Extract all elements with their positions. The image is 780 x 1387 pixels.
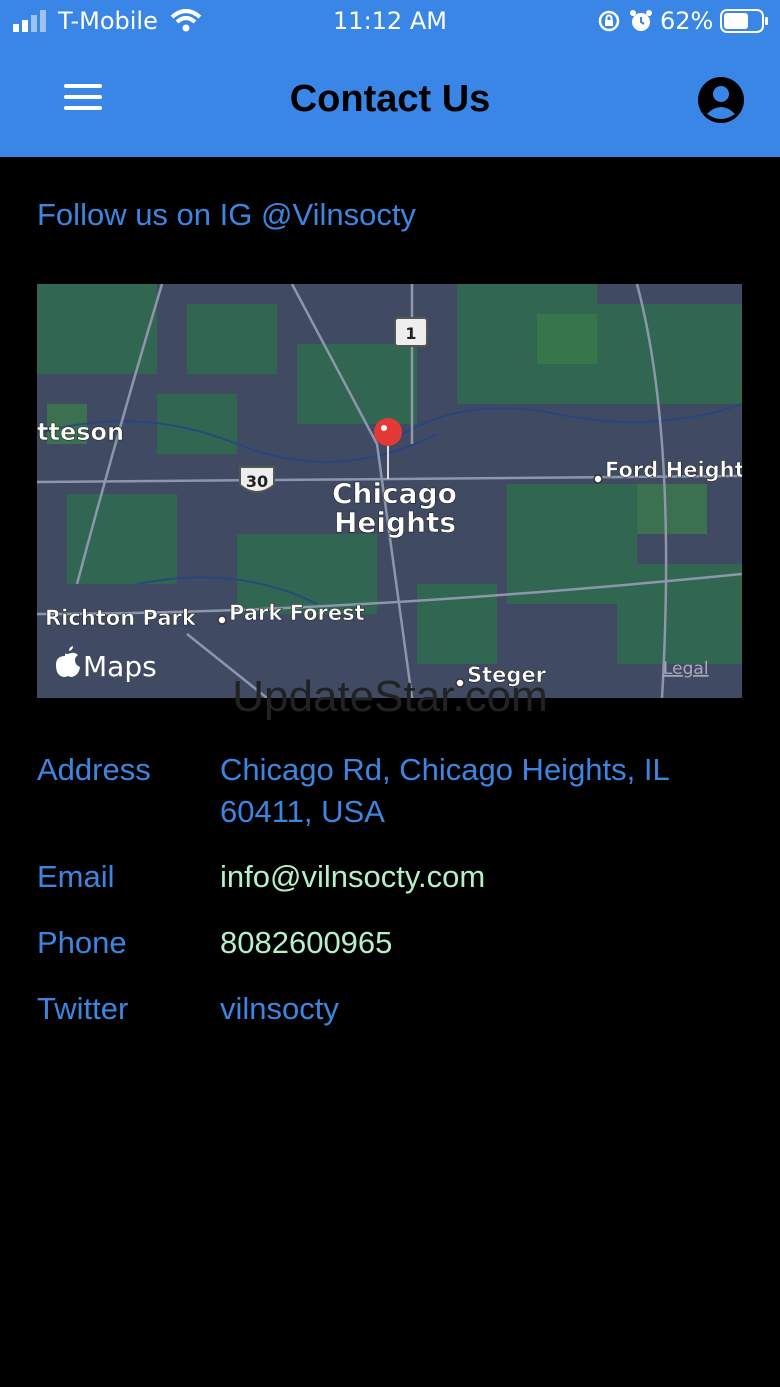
- map-place-label: Ford Heights: [605, 458, 742, 482]
- map-place-label: Park Forest: [229, 601, 365, 625]
- map-place-label: tteson: [37, 418, 124, 446]
- email-label: Email: [37, 859, 115, 894]
- email-value[interactable]: info@vilnsocty.com: [220, 856, 485, 898]
- address-value[interactable]: Chicago Rd, Chicago Heights, IL 60411, U…: [220, 749, 670, 833]
- twitter-value[interactable]: vilnsocty: [220, 988, 339, 1030]
- address-line-1: Chicago Rd, Chicago Heights, IL: [220, 752, 670, 787]
- status-bar: T-Mobile 11:12 AM 62%: [0, 0, 780, 42]
- location-map[interactable]: 1 30 Chicago Heights tteson Ford Heights…: [37, 284, 742, 698]
- battery-percent: 62%: [660, 7, 714, 35]
- battery-icon: [720, 9, 768, 33]
- twitter-label: Twitter: [37, 991, 129, 1026]
- instagram-follow-link[interactable]: Follow us on IG @Vilnsocty: [37, 197, 416, 233]
- alarm-icon: [630, 10, 652, 31]
- phone-label: Phone: [37, 925, 127, 960]
- page-title: Contact Us: [289, 78, 491, 120]
- account-circle-icon[interactable]: [696, 75, 746, 125]
- app-header: T-Mobile 11:12 AM 62% Contact Us: [0, 0, 780, 157]
- address-line-2: 60411, USA: [220, 794, 385, 829]
- map-city-label-2: Heights: [334, 506, 456, 539]
- address-label: Address: [37, 752, 151, 787]
- location-pin-icon: [374, 418, 402, 446]
- phone-value[interactable]: 8082600965: [220, 922, 392, 964]
- route-1-label: 1: [405, 324, 416, 343]
- route-30-label: 30: [246, 472, 268, 491]
- orientation-lock-icon: [598, 10, 620, 32]
- map-place-label: Richton Park: [45, 606, 197, 630]
- watermark: UpdateStar.com: [232, 672, 548, 721]
